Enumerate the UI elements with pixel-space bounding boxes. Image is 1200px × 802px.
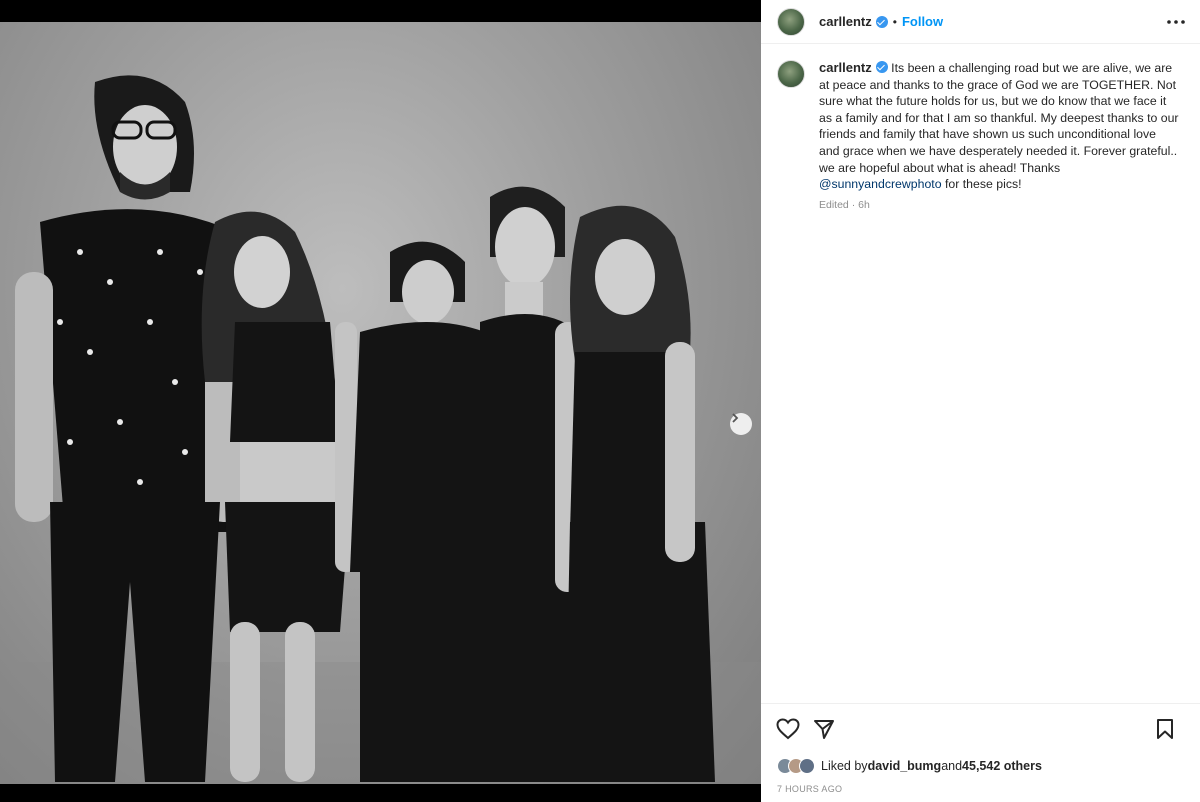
- avatar[interactable]: [777, 7, 805, 36]
- post-media-pane: [0, 0, 761, 802]
- verified-badge-icon: [875, 15, 888, 28]
- caption-age[interactable]: 6h: [858, 199, 870, 211]
- caption-avatar[interactable]: [777, 60, 805, 88]
- post-header: carllentz • Follow: [761, 0, 1200, 44]
- follow-button[interactable]: Follow: [902, 14, 943, 29]
- liked-by-middle: and: [941, 759, 963, 773]
- caption-text: Its been a challenging road but we are a…: [819, 61, 1179, 175]
- more-options-button[interactable]: [1166, 12, 1186, 32]
- verified-badge-icon: [875, 61, 888, 73]
- post-timestamp[interactable]: 7 HOURS AGO: [761, 784, 1200, 794]
- post-actions-area: Liked by david_bumg and 45,542 others 7 …: [761, 703, 1200, 794]
- caption-username[interactable]: carllentz: [819, 60, 872, 75]
- save-button[interactable]: [1152, 716, 1178, 742]
- caption-text-end: for these pics!: [941, 177, 1022, 192]
- more-horizontal-icon: [1167, 20, 1185, 24]
- paper-plane-icon: [814, 720, 834, 739]
- caption-body: carllentz Its been a challenging road bu…: [819, 60, 1179, 213]
- chevron-right-icon: [732, 413, 739, 423]
- liked-by-prefix: Liked by: [821, 759, 868, 773]
- post-photo: [0, 22, 761, 784]
- caption-mention-link[interactable]: @sunnyandcrewphoto: [819, 177, 942, 191]
- like-button[interactable]: [775, 716, 801, 742]
- liker-avatar[interactable]: [799, 758, 815, 774]
- carousel-next-button[interactable]: [730, 413, 752, 435]
- comments-section: carllentz Its been a challenging road bu…: [761, 44, 1200, 714]
- heart-icon: [776, 718, 800, 740]
- action-bar: [761, 704, 1200, 754]
- share-button[interactable]: [811, 716, 837, 742]
- edited-label: Edited: [819, 198, 849, 211]
- post-sidebar: carllentz • Follow carllentz Its been a …: [761, 0, 1200, 802]
- family-photo-image: [0, 75, 761, 784]
- liked-by-user[interactable]: david_bumg: [868, 759, 942, 773]
- likes-count[interactable]: 45,542 others: [962, 759, 1042, 773]
- caption-meta: Edited · 6h: [819, 197, 1179, 214]
- meta-dot: ·: [851, 198, 856, 211]
- caption: carllentz Its been a challenging road bu…: [777, 60, 1184, 213]
- liker-avatars: [777, 758, 815, 774]
- header-username[interactable]: carllentz: [819, 14, 872, 29]
- header-separator: •: [892, 14, 897, 29]
- likes-summary: Liked by david_bumg and 45,542 others: [761, 754, 1200, 778]
- bookmark-icon: [1157, 719, 1173, 739]
